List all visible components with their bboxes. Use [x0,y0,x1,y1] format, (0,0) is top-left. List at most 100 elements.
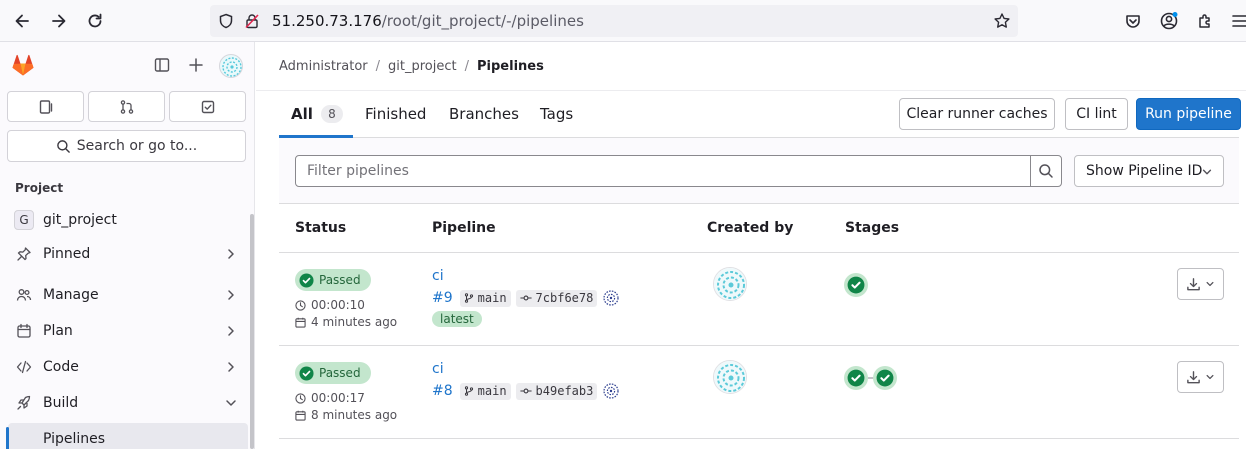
status-success-icon [299,365,314,381]
show-pipeline-id-dropdown[interactable]: Show Pipeline ID [1074,155,1224,187]
breadcrumb-current[interactable]: Pipelines [477,59,544,74]
sidebar-item-code[interactable]: Code [8,351,248,383]
filter-bar: Filter pipelines Show Pipeline ID [279,138,1239,204]
pipeline-id-link[interactable]: #8 [432,383,453,399]
extensions-icon[interactable] [1193,9,1217,33]
sidebar-item-build[interactable]: Build [8,387,248,419]
creator-avatar[interactable] [713,267,747,301]
sidebar-item-pipelines[interactable]: Pipelines [6,423,248,449]
search-icon [1038,163,1054,179]
branch-icon [464,293,474,303]
finished-time: 8 minutes ago [295,408,397,422]
duration-text: 00:00:17 [311,391,365,405]
pipeline-name-link[interactable]: ci [432,361,444,377]
issues-icon [38,99,54,115]
url-path: /root/git_project/-/pipelines [381,12,584,30]
merge-request-icon [119,99,135,115]
project-avatar: G [14,210,34,230]
account-icon[interactable] [1157,9,1181,33]
committer-avatar[interactable] [602,382,620,400]
todos-shortcut[interactable] [169,91,246,122]
address-bar[interactable]: 51.250.73.176/root/git_project/-/pipelin… [210,5,1018,37]
committer-avatar[interactable] [602,289,620,307]
filter-placeholder: Filter pipelines [307,163,409,179]
status-badge[interactable]: Passed [295,269,371,291]
calendar-icon [295,410,306,421]
status-badge[interactable]: Passed [295,362,371,384]
chevron-down-icon [1205,279,1215,289]
users-icon [12,283,36,307]
merge-requests-shortcut[interactable] [88,91,165,122]
todo-icon [200,99,216,115]
shield-icon[interactable] [218,13,234,29]
status-success-icon [299,272,314,288]
insecure-lock-icon[interactable] [244,13,260,29]
pipeline-id-link[interactable]: #9 [432,290,453,306]
download-artifacts-button[interactable] [1177,361,1224,393]
branch-ref[interactable]: main [459,382,511,400]
stage-passed-icon[interactable] [873,366,897,390]
creator-avatar[interactable] [713,360,747,394]
reload-icon[interactable] [83,9,107,33]
sidebar-item-pinned[interactable]: Pinned [8,238,248,270]
filter-search-button[interactable] [1030,155,1062,187]
sidebar-item-project[interactable]: G git_project [8,204,248,236]
forward-icon[interactable] [47,9,71,33]
tab-all[interactable]: All 8 [291,105,343,123]
sidebar-item-label: Code [43,359,79,375]
download-artifacts-button[interactable] [1177,268,1224,300]
stage-passed-icon[interactable] [844,366,868,390]
tab-tags[interactable]: Tags [540,105,573,123]
sidebar-header [0,42,255,90]
stage-passed-icon[interactable] [844,273,868,297]
chevron-right-icon [224,288,238,302]
finished-time: 4 minutes ago [295,315,397,329]
column-header-created-by: Created by [707,220,794,236]
breadcrumb: Administrator / git_project / Pipelines [279,59,544,74]
bookmark-star-icon[interactable] [993,12,1011,30]
breadcrumb-item[interactable]: git_project [388,59,457,74]
clear-runner-caches-button[interactable]: Clear runner caches [899,98,1055,130]
clock-icon [295,392,306,404]
pipeline-info: #9 main 7cbf6e78 [432,289,620,307]
sidebar-subitem-label: Pipelines [43,431,106,447]
sidebar-item-label: Manage [43,287,99,303]
tab-finished[interactable]: Finished [365,105,426,123]
pipeline-name-link[interactable]: ci [432,268,444,284]
back-icon[interactable] [10,9,34,33]
commit-ref[interactable]: 7cbf6e78 [515,289,598,307]
breadcrumb-divider [256,90,1246,91]
calendar-icon [12,319,36,343]
gitlab-logo-icon[interactable] [10,52,36,78]
run-pipeline-button[interactable]: Run pipeline [1136,98,1241,130]
sidebar-item-manage[interactable]: Manage [8,279,248,311]
breadcrumb-item[interactable]: Administrator [279,59,368,74]
filter-pipelines-input[interactable]: Filter pipelines [295,155,1031,187]
rocket-icon [12,391,36,415]
status-label: Passed [319,366,361,380]
ci-lint-button[interactable]: CI lint [1065,98,1128,130]
finished-text: 4 minutes ago [311,315,398,329]
create-new-icon[interactable] [185,54,207,76]
user-avatar[interactable] [219,54,243,78]
sidebar-item-plan[interactable]: Plan [8,315,248,347]
main-content: Administrator / git_project / Pipelines … [256,42,1246,449]
issues-shortcut[interactable] [7,91,84,122]
url-host: 51.250.73.176 [272,12,382,30]
table-row: Passed 00:00:17 8 minutes ago ci #8 main… [279,346,1239,439]
finished-text: 8 minutes ago [311,408,398,422]
sidebar-scrollbar[interactable] [250,214,254,449]
pocket-icon[interactable] [1121,9,1145,33]
commit-ref[interactable]: b49efab3 [515,382,598,400]
sidebar-item-label: Plan [43,323,73,339]
sidebar-search-button[interactable]: Search or go to... [7,130,246,162]
column-header-status: Status [295,220,347,236]
tab-branches[interactable]: Branches [449,105,519,123]
url-text[interactable]: 51.250.73.176/root/git_project/-/pipelin… [272,12,584,30]
chevron-down-icon [1201,166,1213,178]
latest-badge: latest [432,311,482,327]
menu-icon[interactable] [1228,9,1246,33]
sidebar-toggle-icon[interactable] [151,54,173,76]
download-icon [1186,370,1201,385]
branch-ref[interactable]: main [459,289,511,307]
